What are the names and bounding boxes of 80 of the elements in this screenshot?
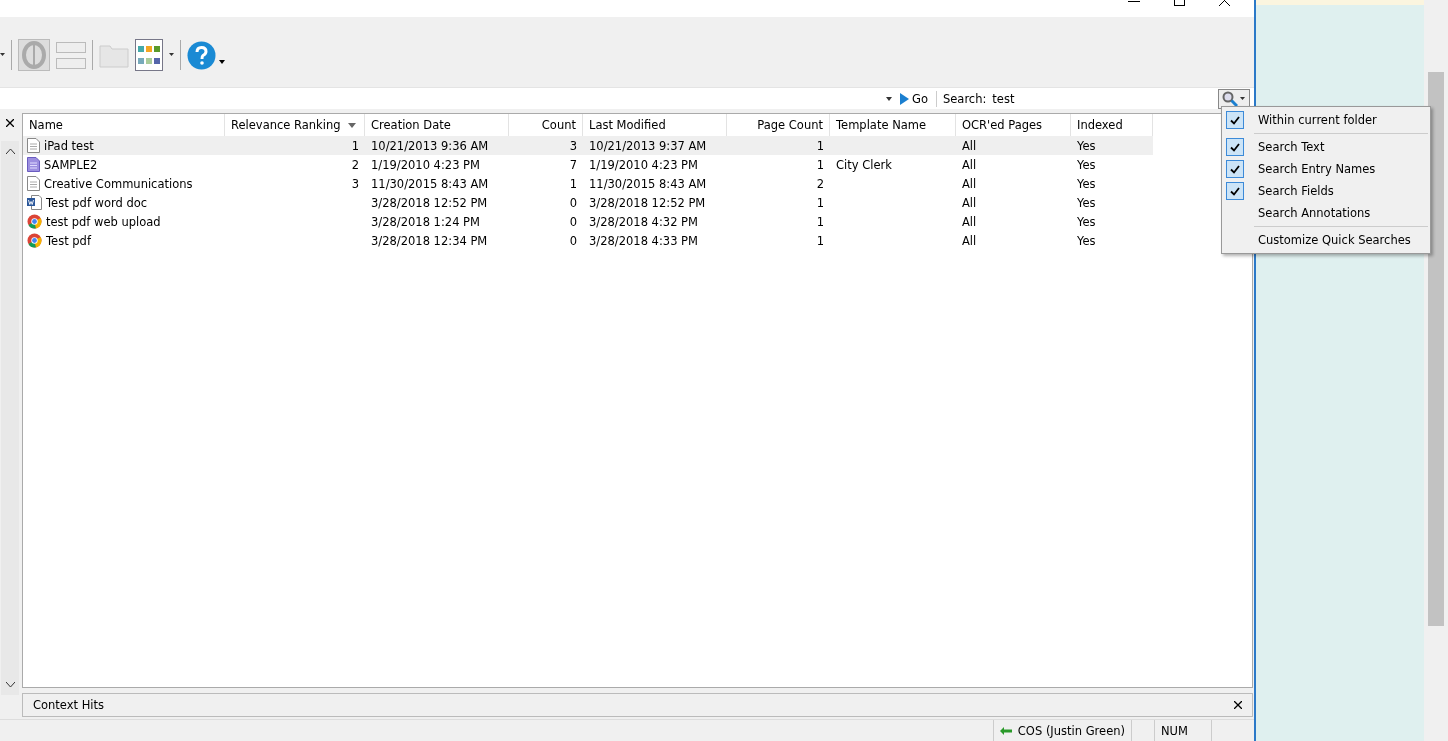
word-document-icon [27, 195, 42, 210]
table-cell: 1/19/2010 4:23 PM [371, 157, 480, 172]
table-cell: Yes [1077, 195, 1096, 210]
table-row[interactable]: iPad test 1 10/21/2013 9:36 AM 3 10/21/2013 9:37 AM 1 All Yes [23, 136, 1153, 155]
browser-icon [27, 214, 42, 229]
table-cell: 3/28/2018 1:24 PM [371, 214, 480, 229]
document-icon [27, 138, 40, 153]
table-cell: All [962, 176, 977, 191]
table-cell: 1 [816, 233, 824, 248]
table-cell: 1 [816, 214, 824, 229]
caret-icon [1240, 97, 1245, 100]
caret-icon[interactable] [169, 53, 174, 57]
menu-item[interactable]: Within current folder [1222, 109, 1430, 131]
table-cell: 10/21/2013 9:36 AM [371, 138, 489, 153]
form-fields-icon[interactable] [56, 40, 86, 70]
table-cell: 3/28/2018 12:34 PM [371, 233, 488, 248]
menu-item[interactable]: Search Text [1222, 136, 1430, 158]
document-icon [27, 176, 40, 191]
table-cell: 1 [351, 138, 359, 153]
help-icon[interactable] [187, 40, 216, 70]
checkmark-icon [1230, 115, 1240, 125]
table-cell: Yes [1077, 214, 1096, 229]
table-cell: 2 [816, 176, 824, 191]
table-cell: All [962, 195, 977, 210]
table-cell: 10/21/2013 9:37 AM [589, 138, 707, 153]
close-icon[interactable] [1234, 701, 1242, 709]
table-cell: Yes [1077, 233, 1096, 248]
go-button[interactable]: Go [898, 91, 930, 106]
table-cell: 0 [569, 233, 577, 248]
table-cell: 1 [816, 195, 824, 210]
browser-icon [27, 233, 42, 248]
table-cell: 3 [351, 176, 359, 191]
table-cell: 1/19/2010 4:23 PM [589, 157, 698, 172]
file-name: Creative Communications [44, 176, 193, 191]
search-icon [1222, 90, 1238, 107]
file-name: Test pdf [46, 233, 91, 248]
table-cell: 3/28/2018 12:52 PM [589, 195, 706, 210]
table-cell: Yes [1077, 138, 1096, 153]
scrollbar[interactable] [1, 141, 19, 695]
table-cell: 3/28/2018 4:32 PM [589, 214, 698, 229]
table-cell: 3/28/2018 4:33 PM [589, 233, 698, 248]
play-icon [900, 92, 909, 105]
color-grid-icon[interactable] [135, 39, 163, 71]
table-cell: 11/30/2015 8:43 AM [371, 176, 489, 191]
user-status: COS (Justin Green) [1017, 723, 1125, 738]
table-cell: 0 [569, 214, 577, 229]
table-cell: All [962, 214, 977, 229]
table-cell: 1 [816, 157, 824, 172]
table-cell: All [962, 138, 977, 153]
close-icon[interactable] [6, 119, 14, 127]
table-cell: 1 [816, 138, 824, 153]
panel-title: Context Hits [33, 698, 105, 712]
table-cell: 7 [569, 157, 577, 172]
table-cell: All [962, 157, 977, 172]
dropdown-arrow-icon[interactable] [886, 96, 892, 101]
table-cell: 11/30/2015 8:43 AM [589, 176, 707, 191]
search-options-button[interactable] [1218, 88, 1250, 109]
file-name: iPad test [44, 138, 94, 153]
checkmark-icon [1230, 186, 1240, 196]
table-cell: 2 [351, 157, 359, 172]
file-name: SAMPLE2 [44, 157, 98, 172]
table-cell: All [962, 233, 977, 248]
num-lock-indicator: NUM [1161, 723, 1188, 738]
caret-icon[interactable] [219, 60, 225, 64]
checkmark-icon [1230, 142, 1240, 152]
checkmark-icon [1230, 164, 1240, 174]
minimize-icon[interactable] [1128, 1, 1140, 3]
table-cell: 3 [569, 138, 577, 153]
table-cell: City Clerk [836, 157, 892, 172]
table-cell: Yes [1077, 176, 1096, 191]
file-name: Test pdf word doc [46, 195, 148, 210]
table-cell: 1 [569, 176, 577, 191]
search-label: Search: [942, 91, 987, 106]
table-cell: 0 [569, 195, 577, 210]
caret-icon[interactable] [0, 53, 5, 57]
table-cell: 3/28/2018 12:52 PM [371, 195, 488, 210]
file-name: test pdf web upload [46, 214, 161, 229]
document-icon [27, 157, 40, 172]
arrow-icon [999, 726, 1012, 735]
table-cell: Yes [1077, 157, 1096, 172]
